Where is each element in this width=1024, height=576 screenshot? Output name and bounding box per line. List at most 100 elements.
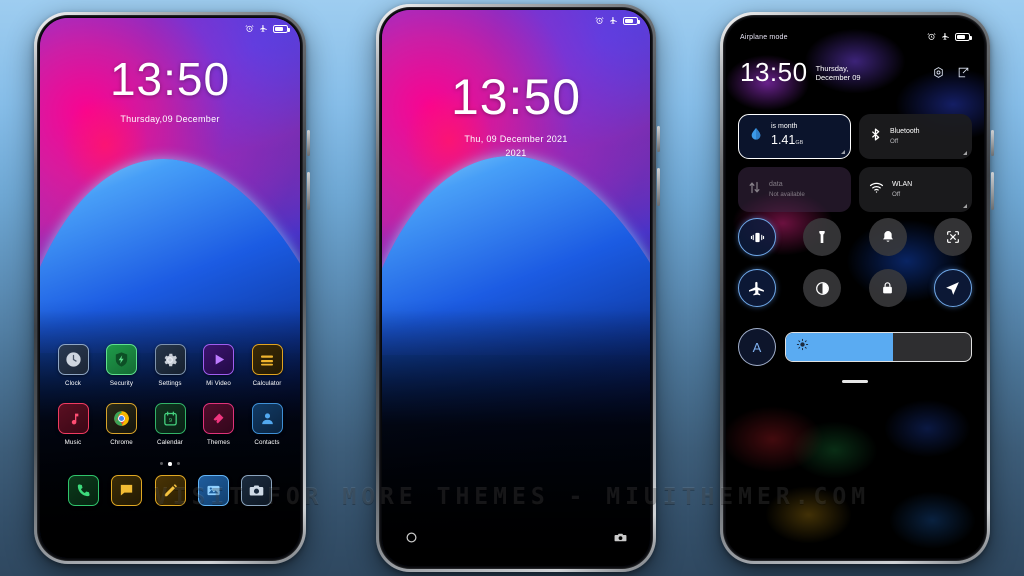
toggle-row-1 (738, 218, 972, 256)
status-bar (40, 18, 300, 40)
control-center-header: Airplane mode 13:50 Thursday, December 0… (726, 18, 984, 85)
app-clock[interactable]: Clock (54, 344, 92, 387)
battery-icon (273, 25, 290, 33)
app-chrome[interactable]: Chrome (103, 403, 141, 446)
toggle-airplane-mode[interactable] (738, 269, 776, 307)
camera-icon[interactable] (613, 530, 628, 550)
app-calendar[interactable]: 9 Calendar (151, 403, 189, 446)
pencil-icon[interactable] (154, 474, 186, 506)
camera-icon[interactable] (241, 474, 272, 506)
app-label: Calculator (252, 380, 282, 387)
quick-settings-tiles: is month 1.41GB Bluetooth Off data Not a… (738, 114, 972, 212)
bluetooth-icon (868, 126, 883, 148)
auto-brightness-button[interactable]: A (738, 328, 776, 366)
airplane-icon (609, 12, 618, 30)
page-dot-2[interactable] (168, 462, 172, 466)
volume-button[interactable] (991, 130, 994, 156)
toggle-lock[interactable] (868, 269, 907, 307)
tile-wlan[interactable]: WLAN Off (859, 167, 972, 212)
wifi-icon (868, 180, 885, 200)
battery-icon (955, 33, 972, 41)
app-grid: Clock Security Settings Mi Video Calcula… (40, 344, 300, 506)
page-dot-3[interactable] (176, 462, 180, 465)
app-label: Clock (65, 380, 81, 387)
app-mi-video[interactable]: Mi Video (200, 344, 238, 387)
gear-icon (154, 344, 186, 375)
app-label: Chrome (110, 439, 133, 446)
app-music[interactable]: Music (54, 403, 92, 446)
brightness-slider[interactable] (785, 332, 972, 362)
phone-3-bezel: Airplane mode 13:50 Thursday, December 0… (723, 15, 987, 561)
data-transfer-icon (747, 179, 762, 201)
expand-corner-icon[interactable] (841, 150, 845, 154)
phone-2-screen[interactable]: 13:50 Thu, 09 December 2021 2021 (382, 10, 650, 566)
power-button[interactable] (307, 172, 310, 210)
tile-state: Not available (769, 190, 805, 198)
power-button[interactable] (991, 172, 994, 210)
tile-data-usage[interactable]: is month 1.41GB (738, 114, 851, 159)
app-contacts[interactable]: Contacts (248, 403, 286, 446)
toggle-row-2 (738, 269, 972, 307)
phone-2-lock-screen: 13:50 Thu, 09 December 2021 2021 (376, 4, 660, 572)
tile-label: is month (771, 123, 798, 131)
app-security[interactable]: Security (103, 344, 141, 387)
phone-1-screen[interactable]: 13:50 Thursday,09 December Clock Securit… (40, 18, 300, 558)
brightness-control: A (738, 328, 972, 366)
battery-icon (623, 17, 640, 25)
tile-mobile-data[interactable]: data Not available (738, 167, 851, 212)
toggle-do-not-disturb[interactable] (868, 218, 907, 256)
edit-icon[interactable] (957, 66, 970, 84)
volume-button[interactable] (307, 130, 310, 156)
phone-1-bezel: 13:50 Thursday,09 December Clock Securit… (37, 15, 303, 561)
app-calculator[interactable]: Calculator (248, 344, 286, 387)
expand-corner-icon[interactable] (963, 204, 967, 208)
tile-label: WLAN (892, 180, 913, 188)
quick-toggle-circles (738, 218, 972, 320)
app-row-2: Music Chrome 9 Calendar Themes Contacts (54, 403, 286, 446)
app-label: Security (109, 380, 134, 387)
power-button[interactable] (657, 168, 660, 206)
clock-date: Thu, 09 December 2021 (464, 134, 568, 144)
toggle-location[interactable] (933, 269, 972, 307)
contacts-icon (251, 403, 283, 434)
toggle-dark-mode[interactable] (803, 269, 842, 307)
settings-gear-icon[interactable] (932, 66, 945, 84)
header-actions (932, 66, 970, 84)
phone-2-bezel: 13:50 Thu, 09 December 2021 2021 (379, 7, 653, 569)
alarm-icon (927, 28, 936, 46)
toggle-flashlight[interactable] (803, 218, 842, 256)
drag-handle[interactable] (842, 380, 868, 383)
chrome-icon (106, 403, 137, 434)
app-label: Settings (158, 380, 182, 387)
expand-corner-icon[interactable] (963, 151, 967, 155)
toggle-screenshot[interactable] (933, 218, 972, 256)
page-dot-1[interactable] (160, 462, 164, 465)
phone-3-screen[interactable]: Airplane mode 13:50 Thursday, December 0… (726, 18, 984, 558)
home-clock-widget[interactable]: 13:50 Thursday,09 December (40, 56, 300, 124)
app-label: Contacts (254, 439, 280, 446)
phone-icon[interactable] (68, 474, 99, 506)
lockscreen-clock[interactable]: 13:50 Thu, 09 December 2021 2021 (382, 72, 650, 158)
toggle-vibrate[interactable] (738, 218, 776, 256)
message-icon[interactable] (111, 474, 143, 506)
tile-bluetooth[interactable]: Bluetooth Off (859, 114, 972, 159)
volume-button[interactable] (657, 126, 660, 152)
airplane-icon (259, 20, 268, 38)
status-bar (382, 10, 650, 32)
clock-time: 13:50 (450, 69, 582, 125)
tile-label: Bluetooth (890, 127, 920, 135)
app-themes[interactable]: Themes (200, 403, 238, 446)
page-indicator (54, 462, 286, 466)
dock (54, 474, 286, 506)
gallery-icon[interactable] (197, 474, 229, 506)
themes-icon (203, 403, 234, 434)
circle-icon[interactable] (404, 530, 419, 550)
clock-year: 2021 (505, 148, 527, 158)
app-settings[interactable]: Settings (151, 344, 189, 387)
app-label: Music (64, 439, 82, 446)
calendar-icon: 9 (154, 403, 186, 434)
alarm-icon (595, 12, 604, 30)
sun-icon (796, 338, 809, 356)
clock-date: Thursday,09 December (120, 114, 220, 124)
tile-label: data (769, 180, 783, 188)
